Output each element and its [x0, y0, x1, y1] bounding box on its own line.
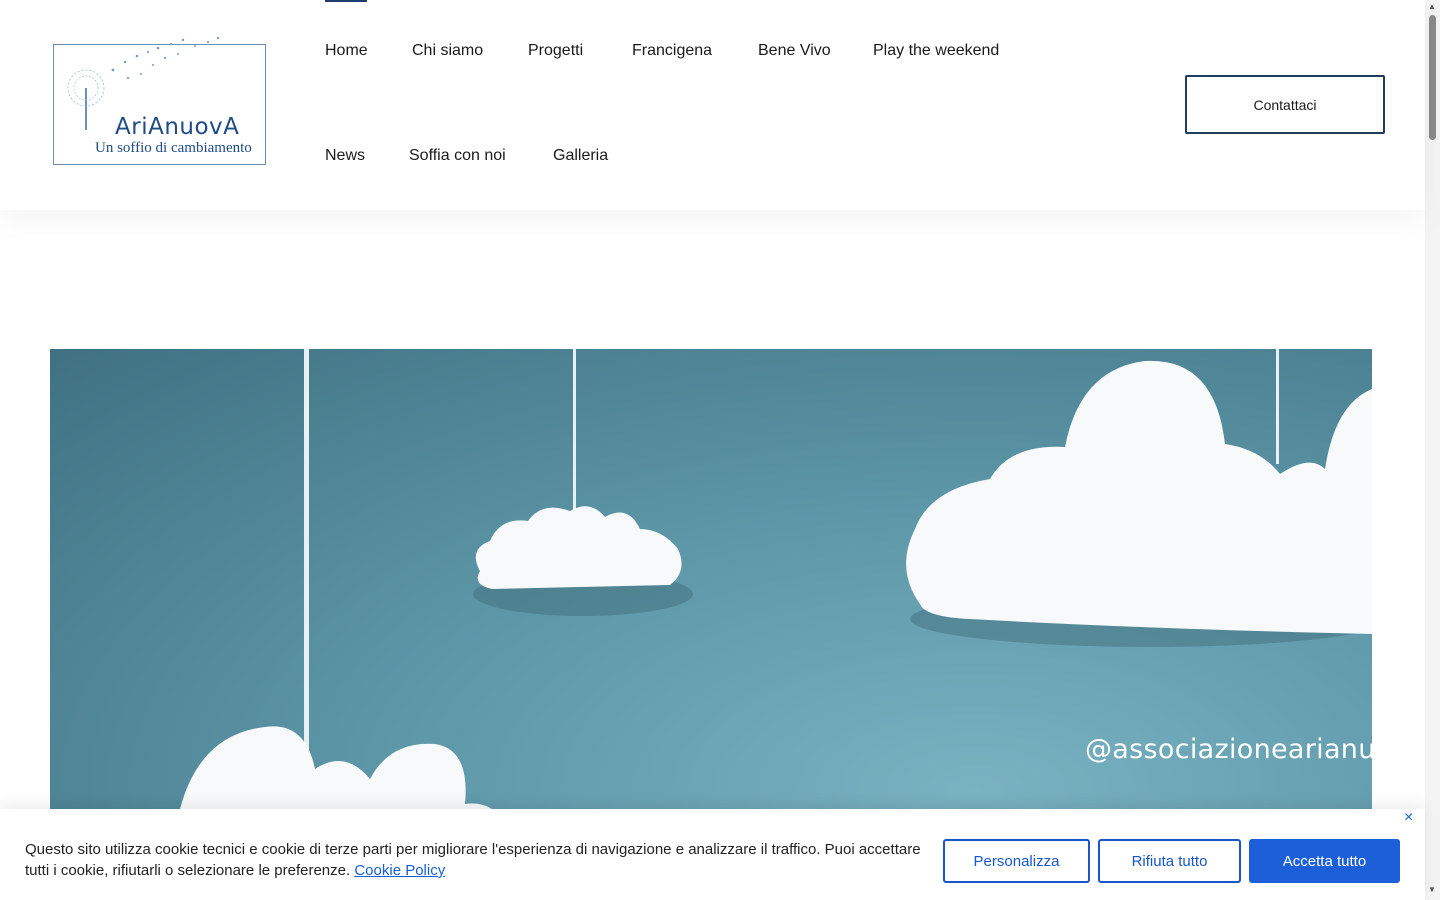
cookie-banner: × Questo sito utilizza cookie tecnici e … — [0, 809, 1425, 900]
cookie-message-text: Questo sito utilizza cookie tecnici e co… — [25, 841, 921, 879]
scroll-down-icon[interactable]: ▼ — [1428, 885, 1436, 894]
nav-item-soffia-con-noi[interactable]: Soffia con noi — [409, 147, 506, 165]
customize-button[interactable]: Personalizza — [943, 839, 1090, 883]
contact-button[interactable]: Contattaci — [1185, 75, 1385, 134]
logo[interactable]: AriAnuovA Un soffio di cambiamento — [53, 30, 267, 166]
instagram-handle: @associazionearianu — [1085, 734, 1372, 765]
accept-all-button[interactable]: Accetta tutto — [1249, 839, 1400, 883]
nav-item-bene-vivo[interactable]: Bene Vivo — [758, 42, 831, 60]
nav-item-progetti[interactable]: Progetti — [528, 42, 583, 60]
logo-title: AriAnuovA — [115, 114, 240, 140]
site-header: AriAnuovA Un soffio di cambiamento Home … — [0, 0, 1425, 210]
close-icon[interactable]: × — [1404, 809, 1413, 827]
scroll-up-icon[interactable]: ▲ — [1428, 2, 1436, 11]
scrollbar[interactable]: ▲ ▼ — [1425, 0, 1440, 900]
nav-item-galleria[interactable]: Galleria — [553, 147, 608, 165]
nav-item-francigena[interactable]: Francigena — [632, 42, 712, 60]
scroll-thumb[interactable] — [1429, 15, 1436, 140]
reject-all-button[interactable]: Rifiuta tutto — [1098, 839, 1241, 883]
nav-item-news[interactable]: News — [325, 147, 365, 165]
logo-subtitle: Un soffio di cambiamento — [95, 140, 252, 156]
nav-item-chi-siamo[interactable]: Chi siamo — [412, 42, 483, 60]
cookie-policy-link[interactable]: Cookie Policy — [354, 862, 445, 879]
cookie-message: Questo sito utilizza cookie tecnici e co… — [25, 839, 925, 881]
nav-item-home[interactable]: Home — [325, 42, 368, 60]
nav-item-play-the-weekend[interactable]: Play the weekend — [873, 42, 999, 60]
nav-active-indicator — [325, 0, 367, 2]
